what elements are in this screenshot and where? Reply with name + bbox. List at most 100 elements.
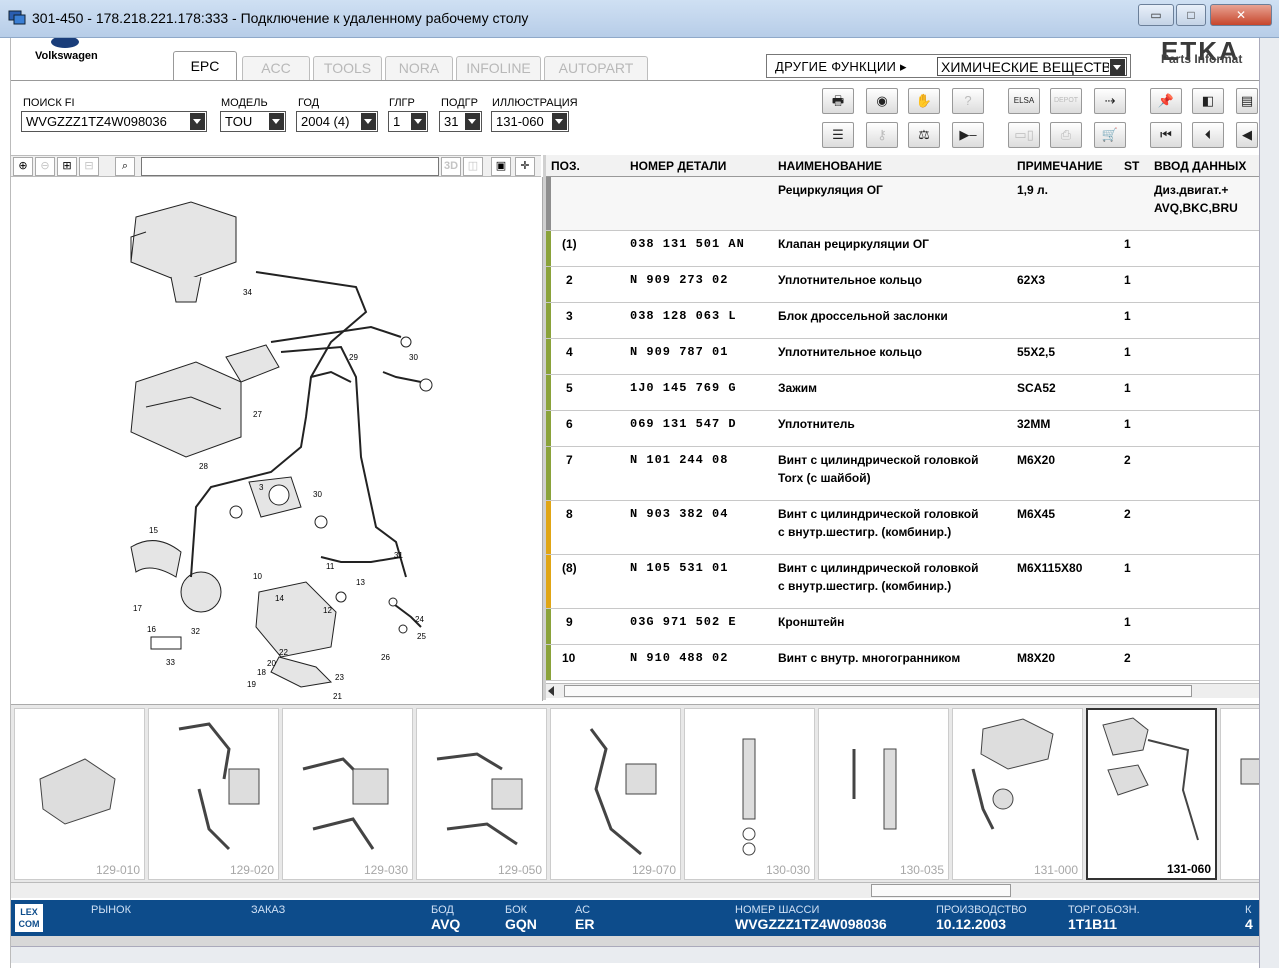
- table-row[interactable]: 8 N 903 382 04 Винт с цилиндрической гол…: [546, 501, 1270, 555]
- illus-number-34[interactable]: 34: [243, 288, 252, 297]
- prev2-icon[interactable]: ◀: [1236, 122, 1258, 148]
- rdp-horizontal-scrollbar[interactable]: [11, 946, 1270, 963]
- col-name[interactable]: НАИМЕНОВАНИЕ: [778, 159, 882, 173]
- chevron-down-icon[interactable]: [1110, 59, 1125, 76]
- thumbnail-131-000[interactable]: 131-000: [952, 708, 1083, 880]
- search-disabled-icon[interactable]: ?: [952, 88, 984, 114]
- thumbnail-130-030[interactable]: 130-030: [684, 708, 815, 880]
- illus-number-18[interactable]: 18: [257, 668, 266, 677]
- illus-number-19[interactable]: 19: [247, 680, 256, 689]
- play-minus-icon[interactable]: ▶–: [952, 122, 984, 148]
- illus-number-21[interactable]: 21: [333, 692, 342, 701]
- illus-number-32[interactable]: 32: [191, 627, 200, 636]
- col-part-number[interactable]: НОМЕР ДЕТАЛИ: [630, 159, 726, 173]
- zoom-input[interactable]: [141, 157, 439, 176]
- zoom-out-icon[interactable]: ⊖: [35, 157, 55, 176]
- parts-illustration[interactable]: 34 27 28 29 30 3 30 31 11 13 12 14 10 17…: [11, 177, 543, 701]
- col-data-entry[interactable]: ВВОД ДАННЫХ: [1154, 159, 1246, 173]
- chevron-down-icon[interactable]: [552, 113, 567, 130]
- thumbnail-129-050[interactable]: 129-050: [416, 708, 547, 880]
- tab-infoline[interactable]: INFOLINE: [456, 56, 541, 80]
- zoom-fit-icon[interactable]: ⊞: [57, 157, 77, 176]
- thumbnail-130-035[interactable]: 130-035: [818, 708, 949, 880]
- split-view-icon[interactable]: ▣: [491, 157, 511, 176]
- other-functions-select[interactable]: ХИМИЧЕСКИЕ ВЕЩЕСТВА: [937, 57, 1127, 76]
- thumbnail-131-060[interactable]: 131-060: [1086, 708, 1217, 880]
- col-note[interactable]: ПРИМЕЧАНИЕ: [1017, 159, 1103, 173]
- back-page-icon[interactable]: ◧: [1192, 88, 1224, 114]
- illus-number-24[interactable]: 24: [415, 615, 424, 624]
- close-button[interactable]: ✕: [1210, 4, 1272, 26]
- thumbnail-129-010[interactable]: 129-010: [14, 708, 145, 880]
- illus-number-15[interactable]: 15: [149, 526, 158, 535]
- parts-table-scrollbar[interactable]: [546, 683, 1270, 698]
- search-fi-field[interactable]: WVGZZZ1TZ4W098036: [21, 111, 207, 132]
- illus-number-25[interactable]: 25: [417, 632, 426, 641]
- illus-number-31[interactable]: 31: [394, 551, 403, 560]
- tab-acc[interactable]: ACC: [242, 56, 310, 80]
- illus-number-29[interactable]: 29: [349, 353, 358, 362]
- illus-number-12[interactable]: 12: [323, 606, 332, 615]
- illus-number-20[interactable]: 20: [267, 659, 276, 668]
- cart-icon[interactable]: 🛒: [1094, 122, 1126, 148]
- table-row[interactable]: 10 N 910 488 02 Винт с внутр. многогранн…: [546, 645, 1270, 681]
- scroll-left-icon[interactable]: [548, 686, 554, 696]
- glgr-select[interactable]: 1: [388, 111, 428, 132]
- chevron-down-icon[interactable]: [361, 113, 376, 130]
- crosshair-icon[interactable]: ✛: [515, 157, 535, 176]
- first-icon[interactable]: ⏮: [1150, 122, 1182, 148]
- table-row[interactable]: 7 N 101 244 08 Винт с цилиндрической гол…: [546, 447, 1270, 501]
- handshake-icon[interactable]: ✋: [908, 88, 940, 114]
- rdp-vertical-scrollbar[interactable]: [1259, 38, 1279, 968]
- illustration-select[interactable]: 131-060: [491, 111, 569, 132]
- illus-number-26[interactable]: 26: [381, 653, 390, 662]
- col-pos[interactable]: ПОЗ.: [551, 159, 580, 173]
- chevron-down-icon[interactable]: [269, 113, 284, 130]
- illus-number-14[interactable]: 14: [275, 594, 284, 603]
- table-row[interactable]: 5 1J0 145 769 G Зажим SCA52 1: [546, 375, 1270, 411]
- table-row[interactable]: 3 038 128 063 L Блок дроссельной заслонк…: [546, 303, 1270, 339]
- scroll-thumb[interactable]: [871, 884, 1011, 897]
- zoom-in-icon[interactable]: ⊕: [13, 157, 33, 176]
- page-icon[interactable]: ▤: [1236, 88, 1258, 114]
- chevron-down-icon[interactable]: [190, 113, 205, 130]
- prev-icon[interactable]: ⏴: [1192, 122, 1224, 148]
- minimize-button[interactable]: ▭: [1138, 4, 1174, 26]
- illus-number-30b[interactable]: 30: [313, 490, 322, 499]
- thumbnail-129-020[interactable]: 129-020: [148, 708, 279, 880]
- view-mode-icon[interactable]: ◫: [463, 157, 483, 176]
- table-row-group-header[interactable]: Рециркуляция ОГ 1,9 л. Диз.двигат.+ AVQ,…: [546, 177, 1270, 231]
- illus-number-28[interactable]: 28: [199, 462, 208, 471]
- elsa-icon[interactable]: ELSA: [1008, 88, 1040, 114]
- thumbnail-129-030[interactable]: 129-030: [282, 708, 413, 880]
- pin-icon[interactable]: 📌: [1150, 88, 1182, 114]
- chevron-down-icon[interactable]: [465, 113, 480, 130]
- tab-tools[interactable]: TOOLS: [313, 56, 382, 80]
- col-st[interactable]: ST: [1124, 159, 1139, 173]
- scale-icon[interactable]: ⚖: [908, 122, 940, 148]
- illus-number-16[interactable]: 16: [147, 625, 156, 634]
- list-icon[interactable]: ☰: [822, 122, 854, 148]
- table-row[interactable]: 2 N 909 273 02 Уплотнительное кольцо 62X…: [546, 267, 1270, 303]
- maximize-button[interactable]: □: [1176, 4, 1206, 26]
- zoom-page-icon[interactable]: ⊟: [79, 157, 99, 176]
- magnifier-icon[interactable]: ⌕: [115, 157, 135, 176]
- thumbnail-129-070[interactable]: 129-070: [550, 708, 681, 880]
- compare-icon[interactable]: ▭▯: [1008, 122, 1040, 148]
- table-row[interactable]: 4 N 909 787 01 Уплотнительное кольцо 55X…: [546, 339, 1270, 375]
- scroll-thumb[interactable]: [564, 685, 1192, 697]
- illus-number-23[interactable]: 23: [335, 673, 344, 682]
- illus-number-3[interactable]: 3: [259, 483, 264, 492]
- depot-icon[interactable]: DEPOT: [1050, 88, 1082, 114]
- stamp-icon[interactable]: ⎙: [1050, 122, 1082, 148]
- table-row[interactable]: 9 03G 971 502 E Кронштейн 1: [546, 609, 1270, 645]
- illus-number-30[interactable]: 30: [409, 353, 418, 362]
- key-icon[interactable]: ⚷: [866, 122, 898, 148]
- illus-number-17[interactable]: 17: [133, 604, 142, 613]
- tab-autopart[interactable]: AUTOPART: [544, 56, 648, 80]
- year-select[interactable]: 2004 (4): [296, 111, 378, 132]
- tab-epc[interactable]: EPC: [173, 51, 237, 81]
- illus-number-13[interactable]: 13: [356, 578, 365, 587]
- illus-number-11[interactable]: 11: [326, 562, 335, 571]
- model-select[interactable]: TOU: [220, 111, 286, 132]
